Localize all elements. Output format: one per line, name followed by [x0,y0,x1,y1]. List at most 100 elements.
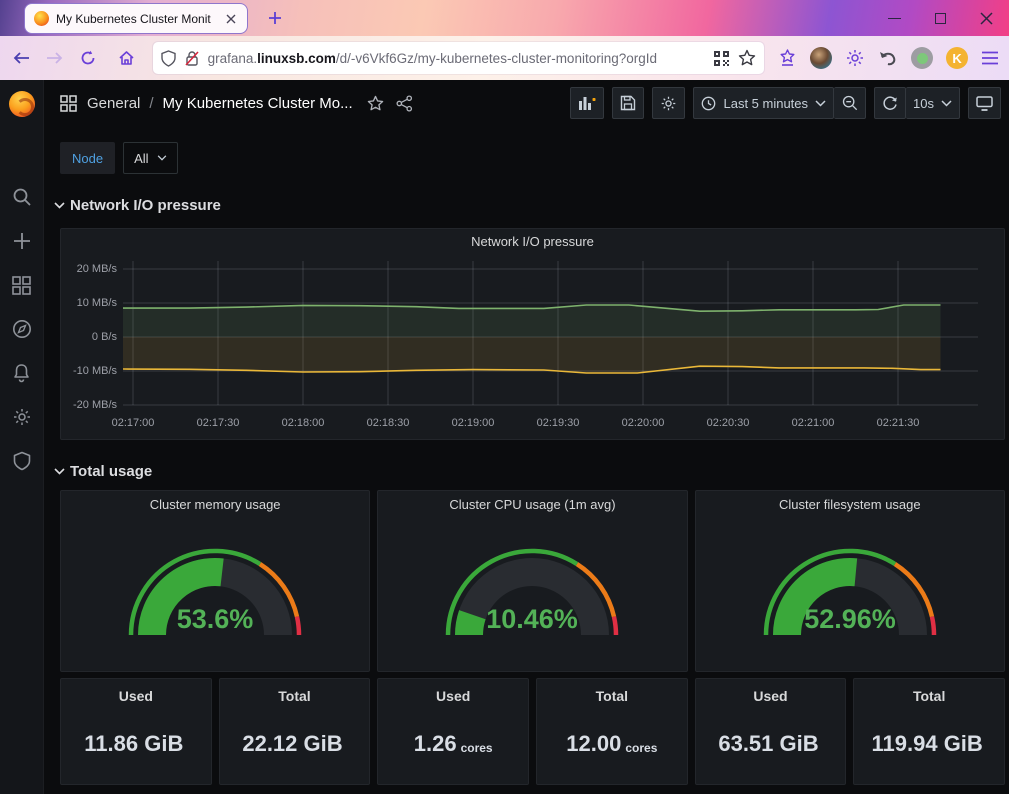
share-icon[interactable] [396,94,413,112]
sidebar-configuration-icon[interactable] [8,407,36,427]
chevron-down-icon [941,99,952,107]
bookmark-star-icon[interactable] [738,49,756,67]
time-range-label: Last 5 minutes [723,95,809,111]
filesystem-used-panel[interactable]: Used 63.51 GiB [694,678,847,785]
gauge-title[interactable]: Cluster filesystem usage [779,491,921,517]
row-network-io[interactable]: Network I/O pressure [54,194,1009,216]
save-dashboard-button[interactable] [612,87,645,119]
refresh-button[interactable] [874,87,907,119]
close-icon [979,11,993,25]
kagi-extension-icon[interactable]: K [946,47,969,69]
filesystem-total-panel[interactable]: Total 119.94 GiB [853,678,1005,785]
dashboard-title[interactable]: My Kubernetes Cluster Mo... [163,95,353,112]
minimize-icon [887,17,901,19]
adblock-dot [916,52,928,64]
x-axis-tick: 02:21:30 [876,417,920,429]
cluster-cpu-gauge-panel[interactable]: Cluster CPU usage (1m avg) 10.46% [377,490,688,672]
time-picker-group: Last 5 minutes [693,87,867,119]
insecure-lock-icon[interactable] [184,50,200,67]
browser-tab[interactable]: My Kubernetes Cluster Monit [24,3,248,34]
cluster-filesystem-gauge-panel[interactable]: Cluster filesystem usage 52.96% [694,490,1005,672]
grafana-sidebar [0,80,44,794]
forward-button[interactable] [39,42,70,74]
stat-label: Used [118,688,153,704]
time-range-button[interactable]: Last 5 minutes [693,87,835,119]
sidebar-admin-icon[interactable] [8,451,36,471]
add-panel-button[interactable] [570,87,605,119]
network-io-panel[interactable]: Network I/O pressure 20 MB/s 10 MB/s 0 B/s… [60,228,1005,440]
cpu-gauge: 10.46% [446,548,619,636]
refresh-interval-button[interactable]: 10s [906,87,960,119]
stat-label: Used [753,688,788,704]
menu-icon[interactable] [981,51,999,65]
x-axis-tick: 02:21:00 [791,417,835,429]
svg-text:53.6%: 53.6% [177,604,254,634]
gauge-title[interactable]: Cluster CPU usage (1m avg) [449,491,615,517]
minimize-button[interactable] [871,0,917,36]
variables-bar: Node All [60,142,1009,174]
rate-extension-icon[interactable] [778,48,797,68]
cluster-memory-gauge-panel[interactable]: Cluster memory usage 53.6% [60,490,371,672]
breadcrumb-folder[interactable]: General [87,95,140,112]
tab-close-icon[interactable] [224,12,238,26]
network-io-chart[interactable]: 20 MB/s 10 MB/s 0 B/s -10 MB/s -20 MB/s 02:17… [61,253,1004,437]
url-bar[interactable]: grafana.linuxsb.com/d/-v6Vkf6Gz/my-kuber… [152,42,765,74]
apps-grid-icon [60,94,77,112]
adblock-extension-icon[interactable] [911,47,934,69]
url-text: grafana.linuxsb.com/d/-v6Vkf6Gz/my-kuber… [207,50,658,66]
sidebar-create-icon[interactable] [8,231,36,251]
stat-label: Total [912,688,946,704]
grafana-logo-icon[interactable] [8,91,35,117]
qr-code-icon[interactable] [713,50,730,67]
memory-used-panel[interactable]: Used 11.86 GiB [60,678,212,785]
settings-extension-icon[interactable] [845,48,865,68]
sidebar-explore-icon[interactable] [8,319,36,339]
stat-value: 63.51 GiB [718,731,819,756]
back-button[interactable] [6,42,37,74]
y-axis-tick: 20 MB/s [76,263,117,275]
zoom-out-button[interactable] [834,87,867,119]
x-axis-tick: 02:19:00 [451,417,495,429]
breadcrumb: General / My Kubernetes Cluster Mo... [87,95,353,112]
sidebar-dashboards-icon[interactable] [8,275,36,295]
close-button[interactable] [963,0,1009,36]
home-button[interactable] [111,42,142,74]
tab-title: My Kubernetes Cluster Monit [56,11,211,26]
y-axis-tick: 0 B/s [91,331,117,343]
favorite-star-icon[interactable] [367,95,384,112]
sidebar-search-icon[interactable] [8,187,36,207]
y-axis-tick: 10 MB/s [76,297,117,309]
sidebar-alerting-icon[interactable] [8,363,36,383]
grafana-favicon-icon [34,11,49,26]
stat-row: Used 11.86 GiB Total 22.12 GiB Used 1.26… [60,678,1005,785]
x-axis-tick: 02:20:30 [706,417,750,429]
grafana-main: General / My Kubernetes Cluster Mo... La… [44,80,1009,794]
gauge-title[interactable]: Cluster memory usage [150,491,281,517]
chevron-down-icon [54,201,65,209]
cpu-used-panel[interactable]: Used 1.26 cores [377,678,529,785]
reload-button[interactable] [72,42,103,74]
variable-node-value[interactable]: All [123,142,178,174]
profile-avatar[interactable] [810,47,833,69]
undo-extension-icon[interactable] [878,49,898,67]
stat-label: Total [595,688,629,704]
memory-total-panel[interactable]: Total 22.12 GiB [218,678,371,785]
new-tab-button[interactable] [262,5,288,31]
maximize-button[interactable] [917,0,963,36]
grafana-app: General / My Kubernetes Cluster Mo... La… [0,80,1009,794]
cpu-total-panel[interactable]: Total 12.00 cores [536,678,688,785]
row-total-usage[interactable]: Total usage [54,460,1009,482]
x-axis-tick: 02:17:30 [196,417,240,429]
network-panel-title[interactable]: Network I/O pressure [61,229,1004,253]
row-network-title: Network I/O pressure [70,196,221,214]
clock-icon [702,96,716,110]
variable-node-label: Node [60,142,116,174]
svg-text:52.96%: 52.96% [804,604,896,634]
stat-label: Used [436,688,471,704]
shield-permissions-icon[interactable] [160,49,176,67]
chevron-down-icon [815,99,826,107]
refresh-interval-label: 10s [913,95,934,111]
cycle-view-button[interactable] [968,87,1001,119]
dashboard-settings-button[interactable] [652,87,686,119]
y-axis-tick: -20 MB/s [72,399,117,411]
